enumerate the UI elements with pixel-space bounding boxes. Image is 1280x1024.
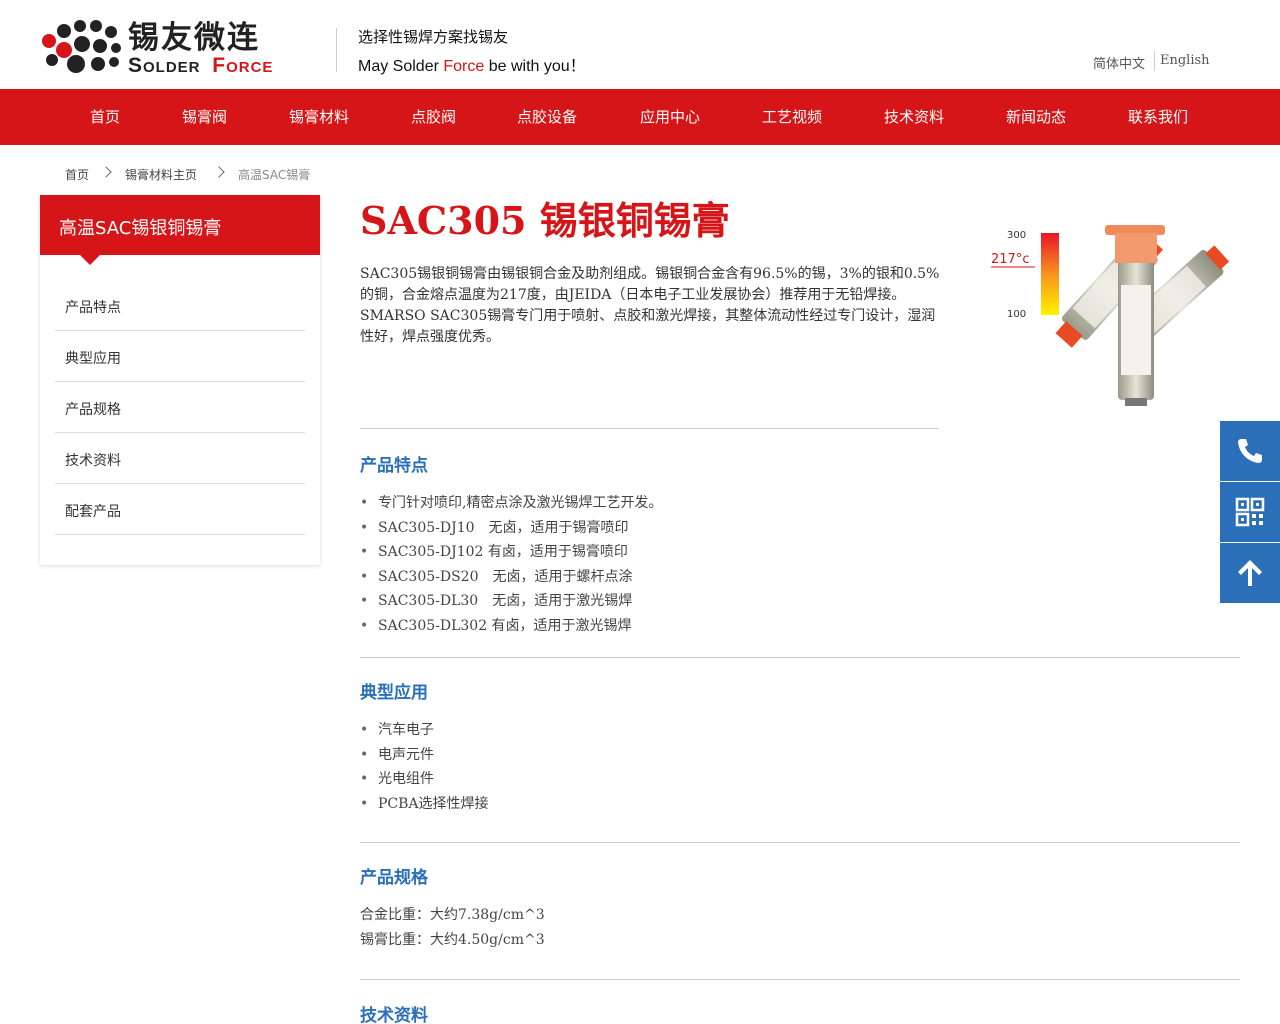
list-item-text: SAC305-DJ10 无卤，适用于锡膏喷印	[378, 520, 629, 536]
sidebar-title: 高温SAC锡银铜锡膏	[59, 218, 222, 239]
sidebar-pointer	[80, 255, 100, 265]
sidebar-item-applications[interactable]: 典型应用	[55, 331, 305, 382]
slogan-en-2: Force	[443, 58, 485, 75]
sidebar-item-label: 典型应用	[65, 351, 121, 367]
temp-label-217: 217°c	[991, 252, 1029, 267]
section-title-applications: 典型应用	[360, 683, 428, 703]
slogan-en: May Solder Force be with you！	[358, 52, 586, 76]
slogan-en-1: May Solder	[358, 58, 444, 75]
nav-item-videos[interactable]: 工艺视频	[762, 89, 822, 145]
list-item: • 专门针对喷印,精密点涂及激光锡焊工艺开发。	[360, 495, 663, 511]
sidebar-item-label: 技术资料	[65, 453, 121, 469]
divider	[360, 428, 939, 429]
list-item-text: 电声元件	[378, 747, 434, 763]
list-item-text: 光电组件	[378, 771, 434, 787]
phone-icon	[1238, 439, 1262, 463]
nav-item-paste-valve[interactable]: 锡膏阀	[182, 89, 227, 145]
list-item: • SAC305-DL302 有卤，适用于激光锡焊	[360, 618, 632, 634]
slogan-cn: 选择性锡焊方案找锡友	[358, 28, 509, 46]
header-divider	[336, 28, 337, 72]
list-item: • SAC305-DJ102 有卤，适用于锡膏喷印	[360, 544, 628, 560]
list-item-text: PCBA选择性焊接	[378, 796, 489, 812]
product-intro: SAC305锡银铜锡膏由锡银铜合金及助剂组成。锡银铜合金含有96.5%的锡，3%…	[360, 266, 940, 345]
divider	[360, 657, 1240, 658]
slogan-en-3: be with you！	[484, 58, 586, 75]
list-item: • SAC305-DJ10 无卤，适用于锡膏喷印	[360, 520, 629, 536]
phone-button[interactable]	[1220, 421, 1280, 481]
sidebar: 高温SAC锡银铜锡膏 产品特点 典型应用 产品规格 技术资料 配套产品	[40, 195, 320, 565]
nav-item-dispense-equipment[interactable]: 点胶设备	[517, 89, 577, 145]
sidebar-item-tech-docs[interactable]: 技术资料	[55, 433, 305, 484]
nav-item-tech-docs[interactable]: 技术资料	[884, 89, 944, 145]
nav-item-contact[interactable]: 联系我们	[1128, 89, 1188, 145]
nav-item-home[interactable]: 首页	[90, 89, 120, 145]
lang-cn-link[interactable]: 简体中文	[1093, 53, 1145, 72]
arrow-up-icon	[1238, 560, 1262, 586]
qrcode-icon	[1235, 497, 1265, 527]
logo-dots-icon	[42, 20, 121, 73]
back-to-top-button[interactable]	[1220, 543, 1280, 603]
divider	[360, 842, 1240, 843]
header: 锡友微连 Solder Force 选择性锡焊方案找锡友 May Solder …	[0, 0, 1280, 89]
sidebar-item-label: 产品特点	[65, 300, 121, 316]
temp-label-100: 100	[1007, 309, 1026, 320]
spec-paste-density: 锡膏比重：大约4.50g/cm^3	[360, 932, 545, 948]
breadcrumb-chevron-icon	[213, 166, 225, 178]
list-item-text: 汽车电子	[378, 722, 434, 738]
nav-item-news[interactable]: 新闻动态	[1006, 89, 1066, 145]
breadcrumb-paste-material[interactable]: 锡膏材料主页	[125, 166, 197, 183]
list-item-text: SAC305-DJ102 有卤，适用于锡膏喷印	[378, 544, 628, 560]
list-item: • 光电组件	[360, 771, 434, 787]
section-title-features: 产品特点	[360, 456, 428, 476]
nav-item-paste-material[interactable]: 锡膏材料	[289, 89, 349, 145]
breadcrumb-current: 高温SAC锡膏	[238, 168, 311, 182]
section-title-specs: 产品规格	[360, 868, 428, 888]
sidebar-header: 高温SAC锡银铜锡膏	[40, 195, 320, 255]
list-item-text: SAC305-DL30 无卤，适用于激光锡焊	[378, 593, 633, 609]
nav-item-dispense-valve[interactable]: 点胶阀	[411, 89, 456, 145]
list-item: • SAC305-DS20 无卤，适用于螺杆点涂	[360, 569, 633, 585]
section-title-tech-docs: 技术资料	[360, 1006, 428, 1024]
product-image: 300 217°c 100	[991, 225, 1230, 406]
list-item-text: SAC305-DL302 有卤，适用于激光锡焊	[378, 618, 632, 634]
temp-label-300: 300	[1007, 230, 1026, 241]
main-nav: 首页 锡膏阀 锡膏材料 点胶阀 点胶设备 应用中心 工艺视频 技术资料 新闻动态…	[0, 89, 1280, 145]
nav-item-applications[interactable]: 应用中心	[640, 89, 700, 145]
list-item: • SAC305-DL30 无卤，适用于激光锡焊	[360, 593, 633, 609]
logo-text-cn: 锡友微连	[128, 20, 260, 56]
breadcrumb-chevron-icon	[100, 166, 112, 178]
sidebar-item-related[interactable]: 配套产品	[55, 484, 305, 535]
list-item-text: 专门针对喷印,精密点涂及激光锡焊工艺开发。	[378, 495, 663, 511]
logo-text-en-2: Force	[212, 54, 274, 77]
list-item: • 汽车电子	[360, 722, 434, 738]
lang-en-link[interactable]: English	[1160, 53, 1210, 68]
divider	[360, 979, 1240, 980]
spec-alloy-density: 合金比重：大约7.38g/cm^3	[360, 907, 545, 923]
product-title: SAC305 锡银铜锡膏	[360, 198, 730, 243]
sidebar-item-features[interactable]: 产品特点	[55, 280, 305, 331]
sidebar-item-specs[interactable]: 产品规格	[55, 382, 305, 433]
logo-text-en-1: Solder	[128, 54, 201, 77]
logo[interactable]: 锡友微连 Solder Force	[40, 18, 305, 77]
sidebar-item-label: 配套产品	[65, 504, 121, 520]
list-item-text: SAC305-DS20 无卤，适用于螺杆点涂	[378, 569, 633, 585]
qrcode-button[interactable]	[1220, 482, 1280, 542]
list-item: • PCBA选择性焊接	[360, 796, 489, 812]
logo-text-en: Solder Force	[128, 54, 273, 78]
breadcrumb-home[interactable]: 首页	[65, 166, 89, 183]
sidebar-item-label: 产品规格	[65, 402, 121, 418]
list-item: • 电声元件	[360, 747, 434, 763]
lang-separator	[1154, 51, 1155, 71]
